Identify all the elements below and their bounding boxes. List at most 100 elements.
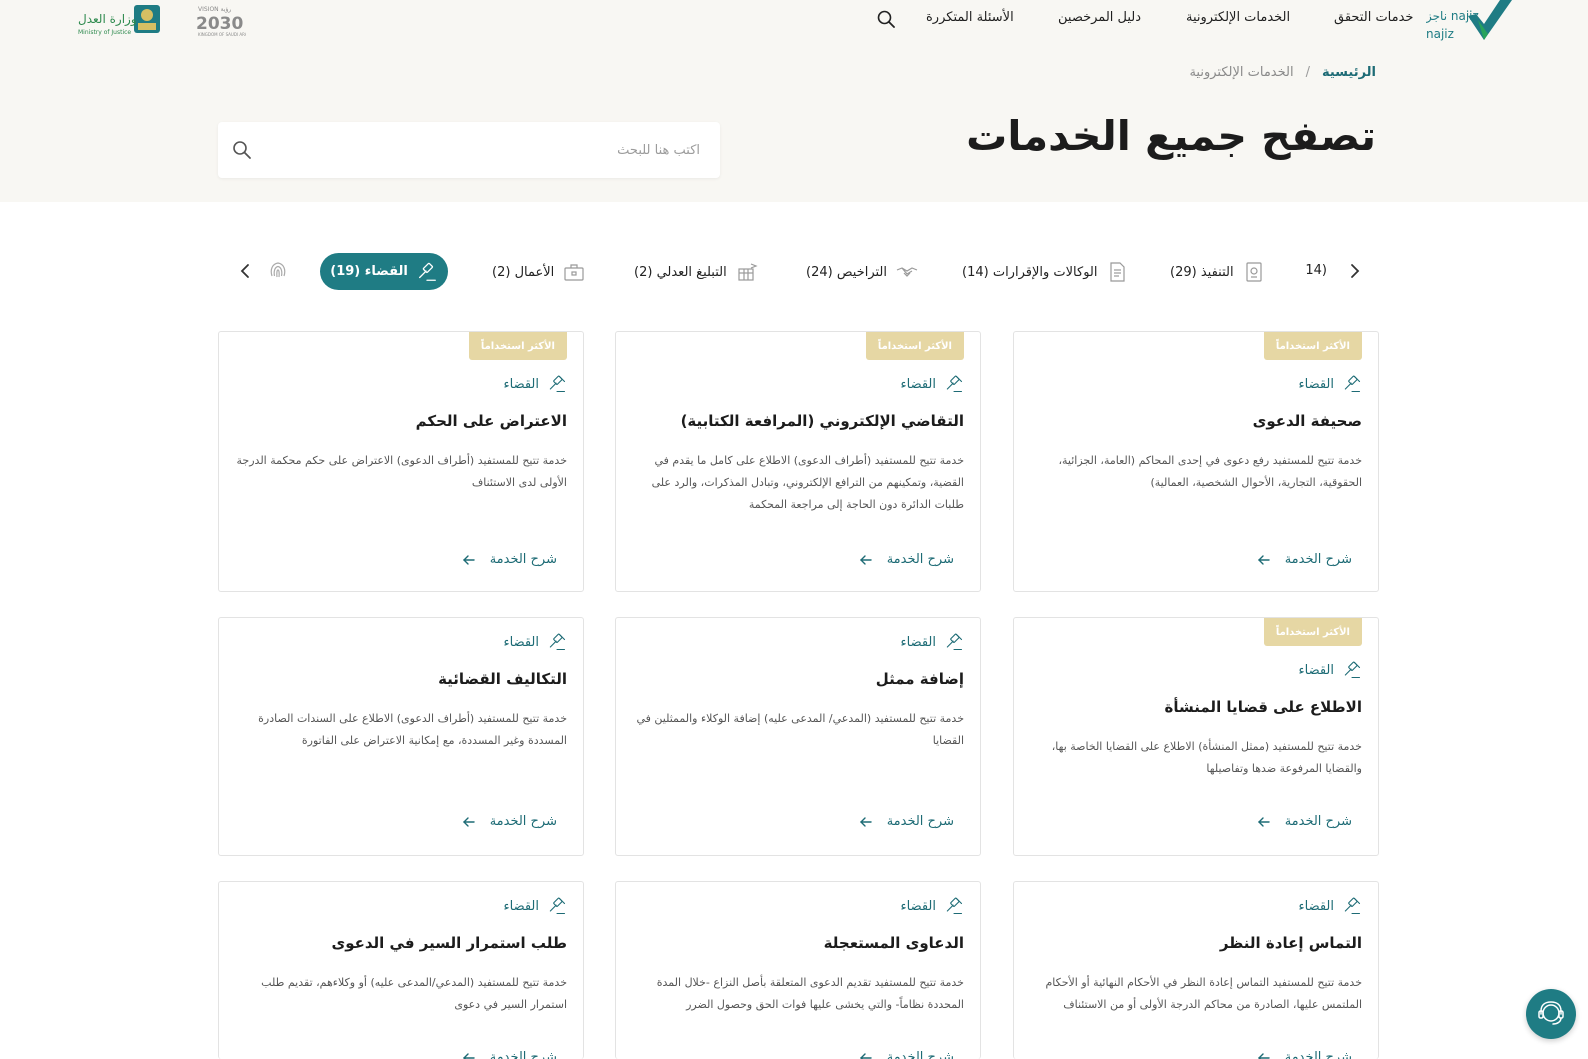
gavel-icon bbox=[944, 896, 964, 916]
arrow-left-icon bbox=[462, 553, 476, 567]
card-description: خدمة تتيح للمستفيد (أطراف الدعوى) الاطلا… bbox=[258, 712, 567, 747]
ministry-of-justice-logo: وزارة العدل Ministry of Justice bbox=[78, 5, 160, 36]
service-card[interactable]: الأكثر استخداماً القضاء التقاضي الإلكترو… bbox=[615, 331, 981, 592]
tab-licenses[interactable]: التراخيص (24) bbox=[806, 256, 919, 288]
nav-verification-services[interactable]: خدمات التحقق bbox=[1334, 10, 1413, 25]
service-card[interactable]: الأكثر استخداماً القضاء صحيفة الدعوى خدم… bbox=[1013, 331, 1379, 592]
card-category: القضاء bbox=[1299, 896, 1363, 916]
breadcrumb-separator: / bbox=[1305, 65, 1310, 80]
card-category: القضاء bbox=[504, 632, 568, 652]
tab-partial[interactable]: (14 bbox=[1305, 256, 1327, 288]
service-card[interactable]: الأكثر استخداماً القضاء الاعتراض على الح… bbox=[218, 331, 584, 592]
tab-agencies[interactable]: الوكالات والإقرارات (14) bbox=[962, 256, 1129, 288]
arrow-left-icon bbox=[859, 815, 873, 829]
card-title[interactable]: الدعاوى المستعجلة bbox=[632, 934, 964, 952]
card-title[interactable]: إضافة ممثل bbox=[632, 670, 964, 688]
gavel-icon bbox=[944, 632, 964, 652]
gavel-icon bbox=[1342, 660, 1362, 680]
breadcrumb-home[interactable]: الرئيسية bbox=[1322, 65, 1376, 80]
support-agent-icon bbox=[1538, 1001, 1564, 1025]
card-description: خدمة تتيح للمستفيد رفع دعوى في إحدى المح… bbox=[1058, 454, 1362, 489]
arrow-left-icon bbox=[462, 815, 476, 829]
svg-text:najiz: najiz bbox=[1426, 27, 1454, 41]
service-card[interactable]: القضاء التماس إعادة النظر خدمة تتيح للمس… bbox=[1013, 881, 1379, 1059]
explain-service-link[interactable]: شرح الخدمة bbox=[462, 552, 557, 567]
tab-business[interactable]: الأعمال (2) bbox=[492, 256, 586, 288]
card-title[interactable]: التكاليف القضائية bbox=[235, 670, 567, 688]
handshake-icon bbox=[896, 267, 918, 277]
chevron-right-icon[interactable] bbox=[1344, 260, 1366, 282]
document-icon bbox=[1110, 262, 1126, 282]
breadcrumb: الرئيسية / الخدمات الإلكترونية bbox=[1189, 65, 1376, 80]
search-icon[interactable] bbox=[231, 139, 253, 161]
card-category: القضاء bbox=[901, 374, 965, 394]
svg-text:وزارة العدل: وزارة العدل bbox=[78, 12, 137, 27]
explain-service-link[interactable]: شرح الخدمة bbox=[1257, 814, 1352, 829]
service-card[interactable]: القضاء الدعاوى المستعجلة خدمة تتيح للمست… bbox=[615, 881, 981, 1059]
explain-service-link[interactable]: شرح الخدمة bbox=[462, 1050, 557, 1059]
explain-service-link[interactable]: شرح الخدمة bbox=[1257, 1050, 1352, 1059]
tab-execution[interactable]: التنفيذ (29) bbox=[1170, 256, 1266, 288]
tab-judicial-notification[interactable]: التبليغ العدلي (2) bbox=[634, 256, 759, 288]
card-description: خدمة تتيح للمستفيد (المدعي/المدعى عليه) … bbox=[261, 976, 567, 1011]
gavel-icon bbox=[944, 374, 964, 394]
service-card[interactable]: القضاء إضافة ممثل خدمة تتيح للمستفيد (ال… bbox=[615, 617, 981, 856]
vision-2030-logo: VISION رؤية 2030 KINGDOM OF SAUDI ARABIA bbox=[196, 6, 246, 37]
svg-text:2030: 2030 bbox=[196, 14, 243, 34]
chevron-left-icon[interactable] bbox=[234, 260, 256, 282]
card-title[interactable]: التقاضي الإلكتروني (المرافعة الكتابية) bbox=[632, 412, 964, 430]
service-card[interactable]: القضاء التكاليف القضائية خدمة تتيح للمست… bbox=[218, 617, 584, 856]
page-title: تصفح جميع الخدمات bbox=[966, 112, 1376, 160]
svg-text:Ministry of Justice: Ministry of Justice bbox=[78, 29, 131, 36]
most-used-badge: الأكثر استخداماً bbox=[1263, 332, 1362, 360]
card-description: خدمة تتيح للمستفيد (أطراف الدعوى) الاطلا… bbox=[651, 454, 964, 511]
svg-text:VISION رؤية: VISION رؤية bbox=[198, 6, 231, 13]
search-icon[interactable] bbox=[876, 9, 896, 29]
breadcrumb-current: الخدمات الإلكترونية bbox=[1189, 65, 1294, 80]
arrow-left-icon bbox=[1257, 1051, 1271, 1059]
gavel-icon bbox=[1342, 374, 1362, 394]
arrow-left-icon bbox=[859, 553, 873, 567]
tab-label: التراخيص (24) bbox=[806, 264, 887, 280]
explain-service-link[interactable]: شرح الخدمة bbox=[859, 1050, 954, 1059]
fingerprint-icon[interactable] bbox=[266, 258, 290, 282]
nav-licensee-guide[interactable]: دليل المرخصين bbox=[1058, 10, 1141, 25]
tab-label: الأعمال (2) bbox=[492, 264, 555, 280]
gavel-icon bbox=[547, 632, 567, 652]
svg-text:KINGDOM OF SAUDI ARABIA: KINGDOM OF SAUDI ARABIA bbox=[198, 32, 246, 37]
nav-electronic-services[interactable]: الخدمات الإلكترونية bbox=[1186, 10, 1290, 25]
explain-service-link[interactable]: شرح الخدمة bbox=[1257, 552, 1352, 567]
briefcase-icon bbox=[564, 264, 584, 281]
explain-service-link[interactable]: شرح الخدمة bbox=[859, 552, 954, 567]
card-category: القضاء bbox=[1299, 660, 1363, 680]
search-box bbox=[218, 122, 720, 178]
nav-faq[interactable]: الأسئلة المتكررة bbox=[926, 10, 1014, 25]
search-input[interactable] bbox=[270, 130, 700, 170]
service-card[interactable]: الأكثر استخداماً القضاء الاطلاع على قضاي… bbox=[1013, 617, 1379, 856]
tab-judiciary-active[interactable]: القضاء (19) bbox=[320, 253, 448, 290]
gavel-icon bbox=[1342, 896, 1362, 916]
support-chat-button[interactable] bbox=[1526, 989, 1576, 1039]
service-card[interactable]: القضاء طلب استمرار السير في الدعوى خدمة … bbox=[218, 881, 584, 1059]
logo-text: ناجز najiz bbox=[1426, 9, 1479, 24]
execution-icon bbox=[1245, 262, 1262, 282]
card-description: خدمة تتيح للمستفيد (المدعي/ المدعى عليه)… bbox=[636, 712, 964, 747]
most-used-badge: الأكثر استخداماً bbox=[865, 332, 964, 360]
arrow-left-icon bbox=[859, 1051, 873, 1059]
explain-service-link[interactable]: شرح الخدمة bbox=[462, 814, 557, 829]
most-used-badge: الأكثر استخداماً bbox=[1263, 618, 1362, 646]
najiz-logo[interactable]: ناجز najiz najiz bbox=[1426, 0, 1516, 44]
card-title[interactable]: الاطلاع على قضايا المنشأة bbox=[1030, 698, 1363, 716]
card-category: القضاء bbox=[901, 632, 965, 652]
tab-label: التنفيذ (29) bbox=[1170, 264, 1234, 280]
arrow-left-icon bbox=[462, 1051, 476, 1059]
card-title[interactable]: الاعتراض على الحكم bbox=[235, 412, 567, 430]
explain-service-link[interactable]: شرح الخدمة bbox=[859, 814, 954, 829]
gavel-icon bbox=[547, 896, 567, 916]
arrow-left-icon bbox=[1257, 553, 1271, 567]
card-title[interactable]: صحيفة الدعوى bbox=[1030, 412, 1362, 430]
card-description: خدمة تتيح للمستفيد (أطراف الدعوى) الاعتر… bbox=[236, 454, 567, 489]
tab-label: الوكالات والإقرارات (14) bbox=[962, 264, 1098, 280]
card-title[interactable]: طلب استمرار السير في الدعوى bbox=[235, 934, 567, 952]
card-title[interactable]: التماس إعادة النظر bbox=[1030, 934, 1362, 952]
